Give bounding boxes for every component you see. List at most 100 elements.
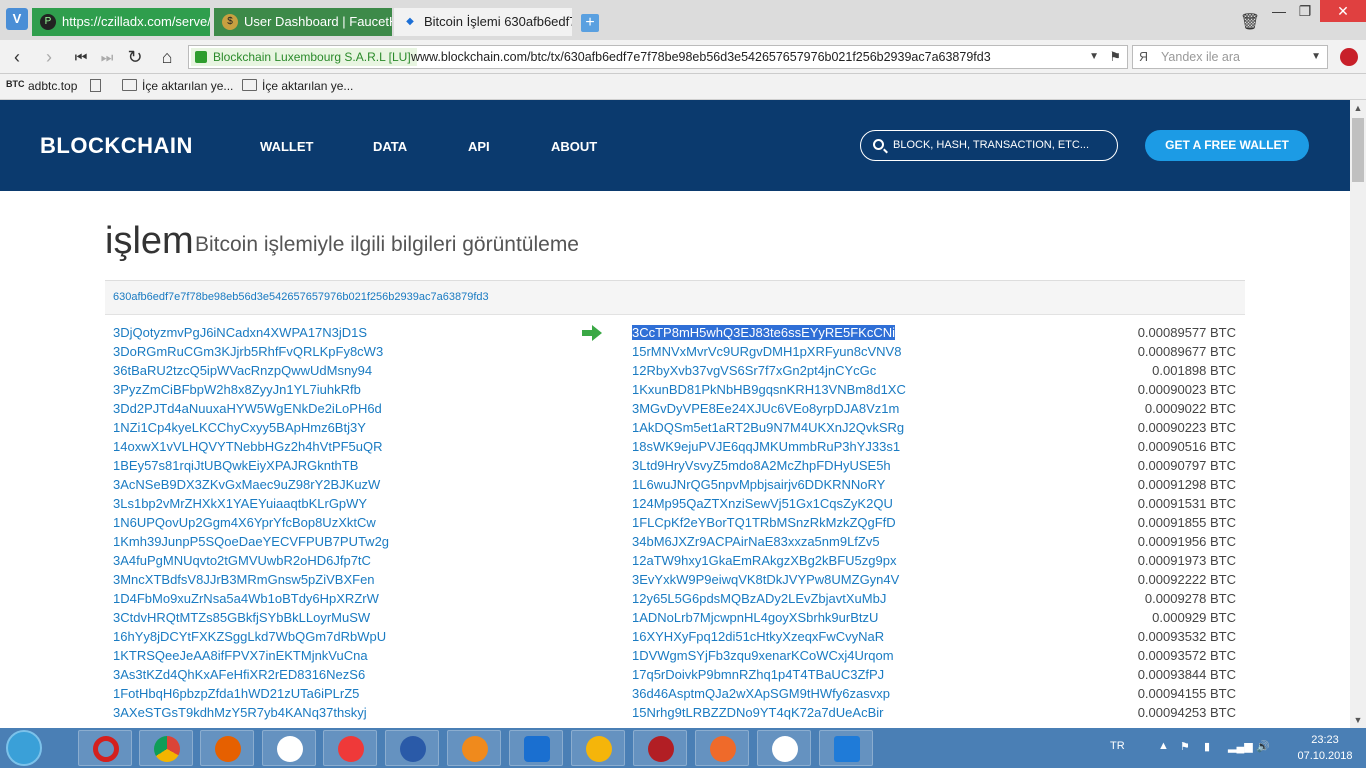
- input-address-link[interactable]: 3DoRGmRuCGm3KJjrb5RhfFvQRLKpFy8cW3: [113, 342, 389, 361]
- bookmark-adbtc[interactable]: BTC adbtc.top: [6, 79, 77, 93]
- scroll-up-icon[interactable]: ▲: [1350, 100, 1366, 116]
- output-address-link[interactable]: 34bM6JXZr9ACPAirNaE83xxza5nm9LfZv5: [632, 532, 906, 551]
- red-browser-icon[interactable]: [633, 730, 687, 766]
- site-search-input[interactable]: BLOCK, HASH, TRANSACTION, ETC...: [860, 130, 1118, 161]
- output-address-link[interactable]: 15Nrhg9tLRBZZDNo9YT4qK72a7dUeAcBir: [632, 703, 906, 722]
- taskbar-clock[interactable]: 23:23 07.10.2018: [1290, 732, 1360, 764]
- output-address-link[interactable]: 3EvYxkW9P9eiwqVK8tDkJVYPw8UMZGyn4V: [632, 570, 906, 589]
- input-address-link[interactable]: 1NZi1Cp4kyeLKCChyCxyy5BApHmz6Btj3Y: [113, 418, 389, 437]
- puffin-icon[interactable]: [757, 730, 811, 766]
- tab-faucethub[interactable]: $ User Dashboard | FaucetHub: [214, 8, 392, 36]
- output-address-link[interactable]: 1KxunBD81PkNbHB9gqsnKRH13VNBm8d1XC: [632, 380, 906, 399]
- orange-app-icon[interactable]: [571, 730, 625, 766]
- fast-forward-icon[interactable]: ⏭: [96, 46, 118, 68]
- aol-shield-icon[interactable]: [509, 730, 563, 766]
- forward-arrow-icon[interactable]: ›: [38, 46, 60, 68]
- close-window-button[interactable]: ✕: [1320, 0, 1366, 22]
- battery-icon[interactable]: ▮: [1204, 740, 1210, 753]
- vivaldi-icon[interactable]: [323, 730, 377, 766]
- page-scrollbar[interactable]: ▲ ▼: [1350, 100, 1366, 728]
- output-address-link[interactable]: 12y65L5G6pdsMQBzADy2LEvZbjavtXuMbJ: [632, 589, 906, 608]
- search-engine-field[interactable]: Я Yandex ile ara ▼: [1132, 45, 1328, 69]
- output-address-link[interactable]: 12aTW9hxy1GkaEmRAkgzXBg2kBFU5zg9px: [632, 551, 906, 570]
- input-address-link[interactable]: 3As3tKZd4QhKxAFeHfiXR2rED8316NezS6: [113, 665, 389, 684]
- input-address-link[interactable]: 14oxwX1vVLHQVYTNebbHGz2h4hVtPF5uQR: [113, 437, 389, 456]
- output-address-link[interactable]: 3MGvDyVPE8Ee24XJUc6VEo8yrpDJA8Vz1m: [632, 399, 906, 418]
- output-address-link[interactable]: 124Mp95QaZTXnziSewVj51Gx1CqsZyK2QU: [632, 494, 906, 513]
- extension-icon[interactable]: [1340, 48, 1358, 66]
- bookmark-folder-2[interactable]: İçe aktarılan ye...: [242, 79, 353, 93]
- torch-icon[interactable]: [695, 730, 749, 766]
- vivaldi-menu-icon[interactable]: V: [6, 8, 28, 30]
- tray-arrow-icon[interactable]: ▲: [1158, 740, 1169, 752]
- output-address-link[interactable]: 3CcTP8mH5whQ3EJ83te6ssEYyRE5FKcCNi: [632, 323, 906, 342]
- input-address-link[interactable]: 1Kmh39JunpP5SQoeDaeYECVFPUB7PUTw2g: [113, 532, 389, 551]
- site-identity-badge[interactable]: Blockchain Luxembourg S.A.R.L [LU]: [191, 48, 417, 66]
- flag-icon[interactable]: ⚑: [1180, 740, 1190, 753]
- output-address-link[interactable]: 15rMNVxMvrVc9URgvDMH1pXRFyun8cVNV8: [632, 342, 906, 361]
- new-tab-button[interactable]: +: [581, 14, 599, 32]
- url-field[interactable]: Blockchain Luxembourg S.A.R.L [LU] www.b…: [188, 45, 1128, 69]
- input-address-link[interactable]: 1BEy57s81rqiJtUBQwkEiyXPAJRGknthTB: [113, 456, 389, 475]
- nav-about[interactable]: ABOUT: [551, 139, 597, 154]
- bookmark-icon[interactable]: ⚑: [1109, 46, 1121, 68]
- url-dropdown-icon[interactable]: ▼: [1089, 46, 1099, 68]
- input-address-link[interactable]: 3DjQotyzmvPgJ6iNCadxn4XWPA17N3jD1S: [113, 323, 389, 342]
- home-icon[interactable]: ⌂: [156, 46, 178, 68]
- network-icon[interactable]: ▂▄▆: [1228, 740, 1253, 753]
- a-browser-icon[interactable]: [819, 730, 873, 766]
- nav-data[interactable]: DATA: [373, 139, 407, 154]
- tab-czilladx[interactable]: P https://czilladx.com/serve/go: [32, 8, 210, 36]
- rewind-icon[interactable]: ⏮: [70, 46, 92, 68]
- maximize-button[interactable]: ❐: [1292, 0, 1318, 22]
- back-arrow-icon[interactable]: ‹: [6, 46, 28, 68]
- scroll-thumb[interactable]: [1352, 118, 1364, 182]
- output-address-link[interactable]: 1FLCpKf2eYBorTQ1TRbMSnzRkMzkZQgFfD: [632, 513, 906, 532]
- input-address-link[interactable]: 1FotHbqH6pbzpZfda1hWD21zUTa6iPLrZ5: [113, 684, 389, 703]
- chrome-icon[interactable]: [139, 730, 193, 766]
- input-address-link[interactable]: 3Dd2PJTd4aNuuxaHYW5WgENkDe2iLoPH6d: [113, 399, 389, 418]
- opera-icon[interactable]: [78, 730, 132, 766]
- input-address-link[interactable]: 3PyzZmCiBFbpW2h8x8ZyyJn1YL7iuhkRfb: [113, 380, 389, 399]
- input-address-link[interactable]: 3Ls1bp2vMrZHXkX1YAEYuiaaqtbKLrGpWY: [113, 494, 389, 513]
- output-address-link[interactable]: 1AkDQSm5et1aRT2Bu9N7M4UKXnJ2QvkSRg: [632, 418, 906, 437]
- nav-api[interactable]: API: [468, 139, 490, 154]
- input-address-link[interactable]: 3MncXTBdfsV8JJrB3MRmGnsw5pZiVBXFen: [113, 570, 389, 589]
- get-wallet-button[interactable]: GET A FREE WALLET: [1145, 130, 1309, 161]
- output-address-link[interactable]: 36d46AsptmQJa2wXApSGM9tHWfy6zasvxp: [632, 684, 906, 703]
- input-address-link[interactable]: 3AcNSeB9DX3ZKvGxMaec9uZ98rY2BJKuzW: [113, 475, 389, 494]
- output-address-link[interactable]: 18sWK9ejuPVJE6qqJMKUmmbRuP3hYJ33s1: [632, 437, 906, 456]
- output-address-link[interactable]: 16XYHXyFpq12di51cHtkyXzeqxFwCvyNaR: [632, 627, 906, 646]
- volume-icon[interactable]: 🔊: [1256, 740, 1270, 753]
- input-address-link[interactable]: 3A4fuPgMNUqvto2tGMVUwbR2oHD6Jfp7tC: [113, 551, 389, 570]
- minimize-button[interactable]: —: [1266, 0, 1292, 22]
- input-address-link[interactable]: 1D4FbMo9xuZrNsa5a4Wb1oBTdy6HpXRZrW: [113, 589, 389, 608]
- tx-hash-link[interactable]: 630afb6edf7e7f78be98eb56d3e542657657976b…: [113, 291, 489, 303]
- search-dropdown-icon[interactable]: ▼: [1311, 46, 1321, 68]
- output-address-link[interactable]: 17q5rDoivkP9bmnRZhq1p4T4TBaUC3ZfPJ: [632, 665, 906, 684]
- bookmark-folder-1[interactable]: İçe aktarılan ye...: [122, 79, 233, 93]
- windows-start-icon[interactable]: [6, 730, 42, 766]
- language-indicator[interactable]: TR: [1110, 740, 1125, 752]
- input-address-link[interactable]: 3CtdvHRQtMTZs85GBkfjSYbBkLLoyrMuSW: [113, 608, 389, 627]
- input-address-link[interactable]: 36tBaRU2tzcQ5ipWVacRnzpQwwUdMsny94: [113, 361, 389, 380]
- output-address-link[interactable]: 3Ltd9HryVsvyZ5mdo8A2McZhpFDHyUSE5h: [632, 456, 906, 475]
- output-address-link[interactable]: 12RbyXvb37vgVS6Sr7f7xGn2pt4jnCYcGc: [632, 361, 906, 380]
- yandex-icon[interactable]: [262, 730, 316, 766]
- output-address-link[interactable]: 1L6wuJNrQG5npvMpbjsairjv6DDKRNNoRY: [632, 475, 906, 494]
- output-address-link[interactable]: 1ADNoLrb7MjcwpnHL4goyXSbrhk9urBtzU: [632, 608, 906, 627]
- trash-icon[interactable]: 🗑: [1238, 12, 1262, 34]
- blockchain-logo[interactable]: BLOCKCHAIN: [40, 133, 193, 159]
- file-icon[interactable]: [90, 79, 101, 95]
- scroll-down-icon[interactable]: ▼: [1350, 712, 1366, 728]
- output-address-link[interactable]: 1DVWgmSYjFb3zqu9xenarKCoWCxj4Urqom: [632, 646, 906, 665]
- nav-wallet[interactable]: WALLET: [260, 139, 313, 154]
- tab-blockchain[interactable]: ◆ Bitcoin İşlemi 630afb6edf7e7: [394, 8, 572, 36]
- input-address-link[interactable]: 1N6UPQovUp2Ggm4X6YprYfcBop8UzXktCw: [113, 513, 389, 532]
- input-address-link[interactable]: 16hYy8jDCYtFXKZSggLkd7WbQGm7dRbWpU: [113, 627, 389, 646]
- globe-icon[interactable]: [385, 730, 439, 766]
- reload-icon[interactable]: ↻: [124, 46, 146, 68]
- firefox-icon[interactable]: [200, 730, 254, 766]
- input-address-link[interactable]: 1KTRSQeeJeAA8ifFPVX7inEKTMjnkVuCna: [113, 646, 389, 665]
- input-address-link[interactable]: 3AXeSTGsT9kdhMzY5R7yb4KANq37thskyj: [113, 703, 389, 722]
